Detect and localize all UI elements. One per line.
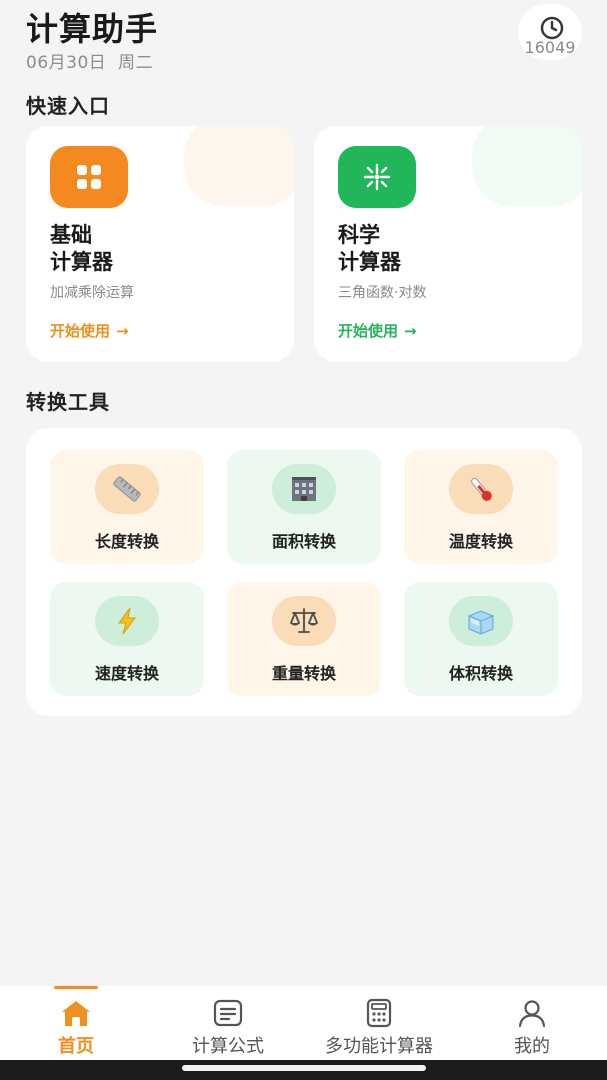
date-line: 06月30日 周二 <box>26 48 159 73</box>
quick-access-title: 快速入口 <box>26 94 110 118</box>
home-screen: 计算助手 06月30日 周二 16049 快速入口 基础 计算器 加减乘除运算 <box>0 0 607 1080</box>
building-icon <box>292 477 316 501</box>
nav-item-profile[interactable]: 我的 <box>482 986 582 1060</box>
length-converter-tile[interactable]: 长度转换 <box>50 450 204 564</box>
area-converter-label: 面积转换 <box>271 532 336 551</box>
cube-icon <box>468 610 494 635</box>
user-icon <box>518 1000 546 1028</box>
ruler-icon <box>113 476 141 502</box>
basic-calculator-name: 基础 计算器 <box>50 223 113 274</box>
date-text: 06月30日 <box>26 53 107 73</box>
formula-icon <box>213 999 243 1027</box>
basic-calculator-icon-tile <box>50 146 128 208</box>
tools-title: 转换工具 <box>26 390 110 414</box>
home-icon <box>62 1001 90 1026</box>
sparkle-icon <box>363 163 391 191</box>
nav-item-home[interactable]: 首页 <box>26 986 126 1060</box>
scientific-calculator-icon-tile <box>338 146 416 208</box>
basic-calculator-start-link[interactable]: 开始使用 → <box>50 320 129 341</box>
nav-label-profile: 我的 <box>514 1036 550 1057</box>
nav-item-formulas[interactable]: 计算公式 <box>168 986 288 1060</box>
area-converter-tile[interactable]: 面积转换 <box>227 450 381 564</box>
temperature-converter-label: 温度转换 <box>448 532 513 551</box>
weight-converter-label: 重量转换 <box>271 664 336 683</box>
lightning-icon <box>118 607 136 635</box>
arrow-right-icon: → <box>404 322 417 340</box>
history-button[interactable]: 16049 <box>518 4 582 60</box>
weekday-text: 周二 <box>118 53 154 73</box>
history-count: 16049 <box>524 38 576 57</box>
app-title: 计算助手 <box>26 10 159 48</box>
nav-item-multi-calculator[interactable]: 多功能计算器 <box>304 986 454 1060</box>
speed-converter-tile[interactable]: 速度转换 <box>50 582 204 696</box>
grid-icon <box>77 165 101 189</box>
home-indicator[interactable] <box>182 1065 426 1071</box>
arrow-right-icon: → <box>116 322 129 340</box>
calculator-icon <box>366 998 392 1028</box>
length-converter-label: 长度转换 <box>94 532 159 551</box>
scientific-calculator-start-link[interactable]: 开始使用 → <box>338 320 417 341</box>
tools-panel: 长度转换 面积转换 温度转换 速度转换 重量转换 体积转换 <box>26 428 582 716</box>
basic-calculator-desc: 加减乘除运算 <box>50 285 134 301</box>
scale-icon <box>290 608 318 633</box>
scientific-calculator-desc: 三角函数·对数 <box>338 285 427 301</box>
weight-converter-tile[interactable]: 重量转换 <box>227 582 381 696</box>
volume-converter-tile[interactable]: 体积转换 <box>404 582 558 696</box>
bottom-nav: 首页 计算公式 多功能计算器 我的 <box>0 986 607 1060</box>
thermometer-icon <box>471 477 492 501</box>
nav-label-multi-calculator: 多功能计算器 <box>325 1036 433 1057</box>
scientific-calculator-name: 科学 计算器 <box>338 223 401 274</box>
speed-converter-label: 速度转换 <box>94 664 159 683</box>
temperature-converter-tile[interactable]: 温度转换 <box>404 450 558 564</box>
basic-calculator-card[interactable]: 基础 计算器 加减乘除运算 开始使用 → <box>26 126 294 362</box>
scientific-calculator-card[interactable]: 科学 计算器 三角函数·对数 开始使用 → <box>314 126 582 362</box>
nav-label-formulas: 计算公式 <box>192 1036 264 1057</box>
nav-label-home: 首页 <box>58 1036 94 1057</box>
volume-converter-label: 体积转换 <box>448 664 513 683</box>
